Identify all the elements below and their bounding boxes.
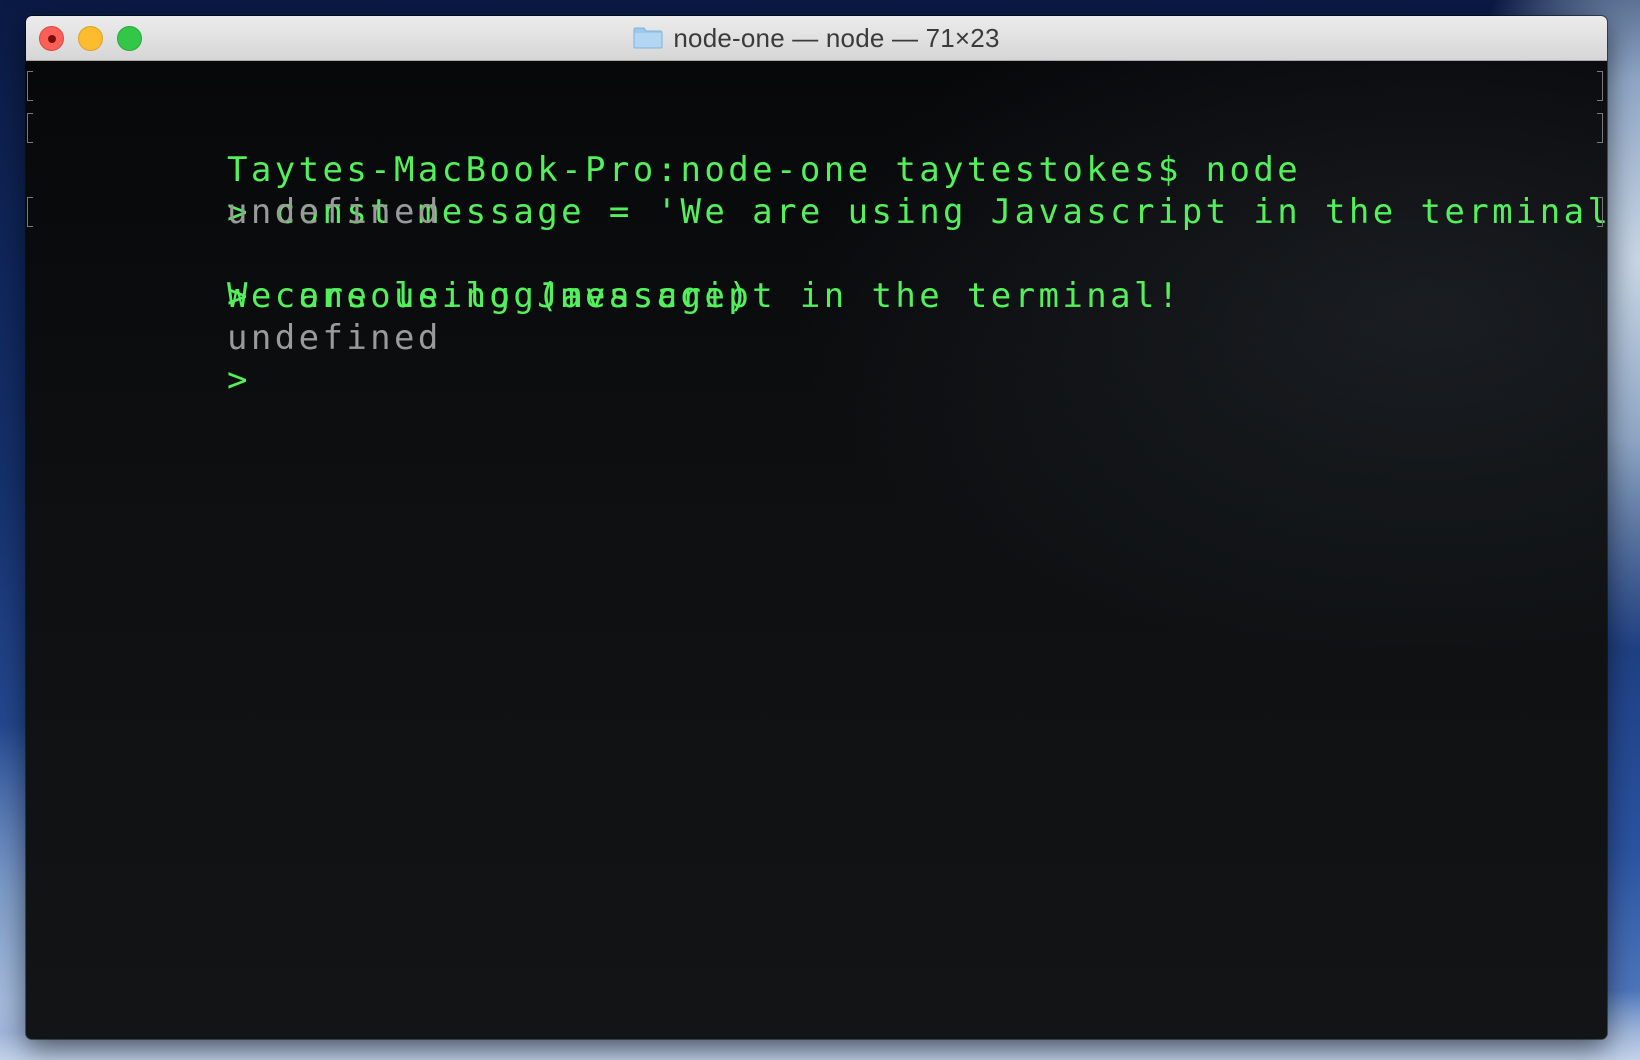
- window-title: node-one — node — 71×23: [673, 22, 1000, 53]
- terminal-prompt: >: [226, 360, 251, 400]
- terminal-line: We are using Javascript in the terminal!: [36, 233, 1595, 316]
- line-mark-left: [27, 71, 33, 101]
- terminal-window: node-one — node — 71×23 Taytes-MacBook-P…: [26, 16, 1607, 1039]
- terminal-line: undefined: [36, 275, 1595, 358]
- folder-icon: [633, 27, 663, 49]
- terminal-content[interactable]: Taytes-MacBook-Pro:node-one taytestokes$…: [26, 61, 1607, 1039]
- line-mark-left: [27, 113, 33, 143]
- window-title-group: node-one — node — 71×23: [633, 23, 999, 54]
- terminal-line: > const message = 'We are using Javascri…: [27, 107, 1607, 232]
- minimize-button[interactable]: [78, 26, 103, 51]
- close-button[interactable]: [39, 26, 64, 51]
- window-controls: [39, 26, 142, 51]
- zoom-button[interactable]: [117, 26, 142, 51]
- line-mark-left: [27, 197, 33, 227]
- terminal-line: > console.log(message): [27, 191, 1603, 316]
- line-mark-right: [1597, 71, 1603, 101]
- close-icon: [47, 34, 56, 43]
- terminal-line: Taytes-MacBook-Pro:node-one taytestokes$…: [27, 65, 1603, 190]
- title-bar[interactable]: node-one — node — 71×23: [26, 16, 1607, 61]
- line-mark-right: [1597, 197, 1603, 227]
- terminal-prompt-line[interactable]: >: [36, 317, 1595, 400]
- terminal-line: undefined: [36, 149, 1595, 232]
- terminal-lines: Taytes-MacBook-Pro:node-one taytestokes$…: [27, 65, 1607, 400]
- line-mark-right: [1597, 113, 1603, 143]
